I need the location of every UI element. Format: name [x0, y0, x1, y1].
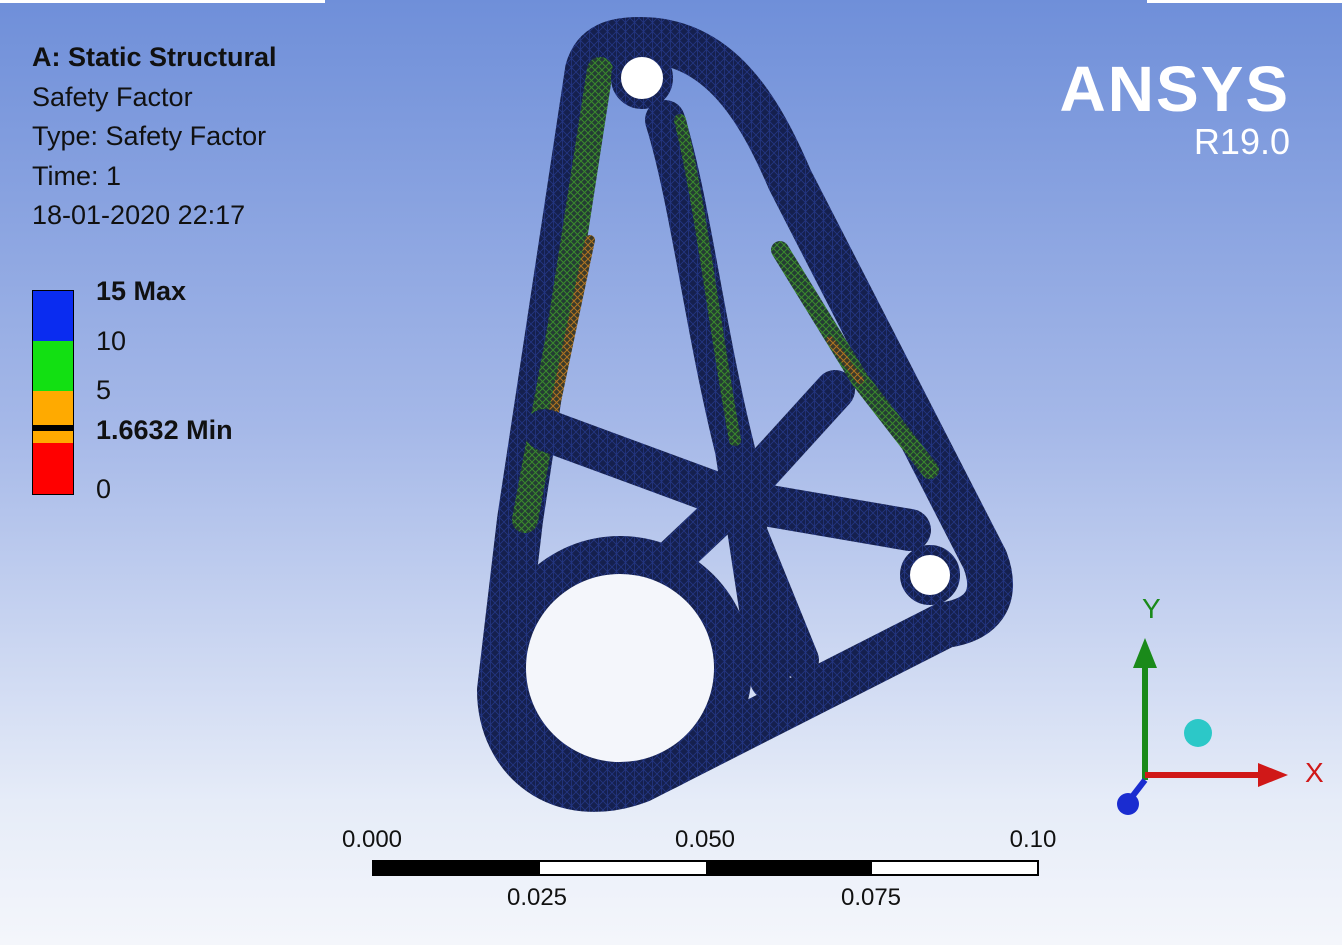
- top-mount-hole: [611, 47, 673, 109]
- scale-label-0: 0.000: [341, 826, 403, 853]
- y-axis-arrowhead: [1133, 638, 1157, 668]
- scale-label-050: 0.050: [674, 826, 736, 853]
- z-axis-ball: [1117, 793, 1139, 815]
- scale-bar-seg-1: [374, 862, 540, 874]
- y-axis-label: Y: [1142, 593, 1161, 624]
- scale-label-025: 0.025: [506, 884, 568, 911]
- x-axis-arrowhead: [1258, 763, 1288, 787]
- scale-label-010: 0.10: [1009, 826, 1057, 853]
- x-axis-label: X: [1305, 757, 1324, 788]
- scale-bar-frame: [372, 860, 1039, 876]
- scale-bar-seg-3: [706, 862, 872, 874]
- right-mount-hole: [900, 545, 960, 605]
- scale-label-075: 0.075: [840, 884, 902, 911]
- large-bore-hole: [526, 574, 714, 762]
- axis-triad[interactable]: Y X: [1100, 590, 1330, 830]
- graphics-viewport[interactable]: A: Static Structural Safety Factor Type:…: [0, 0, 1342, 945]
- isometric-view-ball[interactable]: [1184, 719, 1212, 747]
